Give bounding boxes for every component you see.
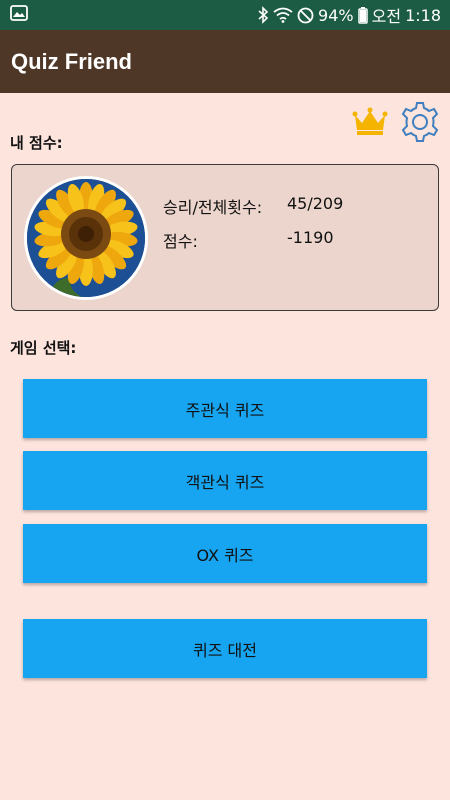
app-bar: Quiz Friend	[0, 30, 450, 93]
wins-label: 승리/전체횟수:	[163, 198, 263, 217]
status-left	[10, 5, 28, 25]
clock-ampm: 오전	[371, 7, 402, 26]
score-label: 점수:	[163, 232, 198, 251]
status-bar: 94% 오전 1:18	[0, 0, 450, 30]
bluetooth-icon	[257, 6, 269, 24]
do-not-disturb-icon	[297, 7, 314, 24]
avatar	[24, 176, 148, 300]
score-card: 승리/전체횟수: 45/209 점수: -1190	[11, 164, 439, 311]
battery-icon	[357, 6, 368, 24]
quiz-battle-button[interactable]: 퀴즈 대전	[23, 619, 427, 678]
game-select-label: 게임 선택:	[10, 339, 77, 357]
score-value: -1190	[287, 228, 334, 247]
gear-icon[interactable]	[398, 100, 442, 144]
crown-icon[interactable]	[352, 107, 388, 137]
status-right: 94% 오전 1:18	[257, 3, 441, 27]
battery-percent: 94%	[318, 5, 354, 25]
gallery-icon	[10, 5, 28, 25]
clock-time: 1:18	[405, 5, 441, 25]
ox-quiz-button[interactable]: OX 퀴즈	[23, 524, 427, 583]
multiple-choice-quiz-button[interactable]: 객관식 퀴즈	[23, 451, 427, 510]
wins-value: 45/209	[287, 194, 344, 213]
wifi-icon	[273, 7, 293, 23]
my-score-label: 내 점수:	[10, 134, 63, 152]
subjective-quiz-button[interactable]: 주관식 퀴즈	[23, 379, 427, 438]
app-title: Quiz Friend	[11, 48, 132, 74]
